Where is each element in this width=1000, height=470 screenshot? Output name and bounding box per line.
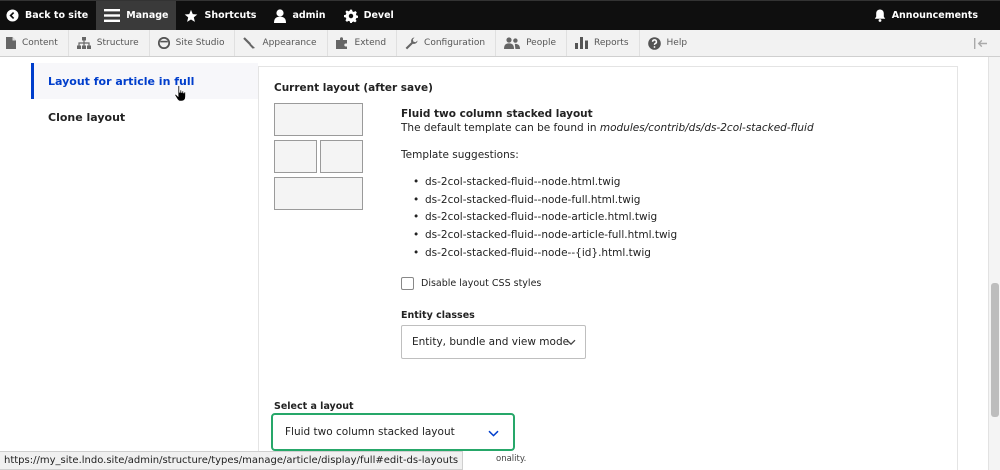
tray-item-extend[interactable]: Extend [328,30,398,56]
tray-orientation-toggle[interactable] [974,30,988,57]
user-label: admin [292,10,326,21]
devel-tab[interactable]: Devel [334,1,402,30]
admin-menu-tray: Content Structure Site Studio Appearance… [0,30,1000,57]
list-item: ds-2col-stacked-fluid--node-article-full… [413,227,677,245]
template-suggestions-list: ds-2col-stacked-fluid--node.html.twig ds… [413,174,677,262]
vtab-label: Clone layout [48,110,126,124]
select-layout-label: Select a layout [274,401,354,412]
tray-item-content[interactable]: Content [0,30,69,56]
layout-name: Fluid two column stacked layout [401,108,593,120]
select-layout-value: Fluid two column stacked layout [285,426,455,438]
list-item: ds-2col-stacked-fluid--node.html.twig [413,174,677,192]
devel-label: Devel [363,10,394,21]
paintbrush-icon [243,37,256,49]
select-layout-description: onality. [496,454,527,464]
tray-item-label: Configuration [424,38,486,48]
list-item: ds-2col-stacked-fluid--node-article.html… [413,209,677,227]
manage-label: Manage [126,10,169,21]
tray-item-site-studio[interactable]: Site Studio [150,30,236,56]
entity-classes-select[interactable]: Entity, bundle and view mode [401,325,586,359]
description-prefix: The default template can be found in [401,122,600,134]
bar-chart-icon [574,37,588,49]
tray-item-label: Help [666,38,688,48]
preview-left-region [274,140,317,173]
vertical-tabs: Layout for article in full Clone layout [31,63,258,135]
tray-item-label: People [526,38,556,48]
entity-classes-value: Entity, bundle and view mode [412,336,570,348]
gear-icon [343,9,358,23]
vtab-layout-for-article[interactable]: Layout for article in full [31,63,258,99]
current-layout-title: Current layout (after save) [274,82,433,94]
tray-item-label: Reports [593,38,629,48]
entity-classes-label: Entity classes [401,310,475,321]
shortcuts-label: Shortcuts [204,10,257,21]
panel-edge [957,66,958,470]
tray-item-people[interactable]: People [496,30,567,56]
list-item: ds-2col-stacked-fluid--node--{id}.html.t… [413,245,677,263]
suggestions-title: Template suggestions: [401,149,519,161]
hand-cursor-icon [174,85,188,106]
template-path: modules/contrib/ds/ds-2col-stacked-fluid [599,122,814,134]
user-icon [274,8,287,23]
disable-css-label: Disable layout CSS styles [421,278,542,289]
tray-item-label: Structure [96,38,139,48]
tray-item-label: Site Studio [175,38,225,48]
tray-item-structure[interactable]: Structure [69,30,150,56]
help-icon [647,36,661,50]
admin-toolbar: Back to site Manage Shortcuts admin Deve… [0,0,1000,30]
disable-css-row: Disable layout CSS styles [401,277,541,290]
chevron-down-icon [566,337,576,349]
chevron-down-icon [488,428,499,440]
tray-item-label: Extend [354,38,387,48]
preview-header-region [274,103,363,136]
document-icon [6,37,16,49]
tray-item-appearance[interactable]: Appearance [235,30,328,56]
preview-right-region [320,140,363,173]
people-icon [504,37,521,49]
wrench-icon [405,37,418,50]
list-item: ds-2col-stacked-fluid--node-full.html.tw… [413,192,677,210]
tray-item-help[interactable]: Help [640,30,698,56]
layout-description: The default template can be found in mod… [401,122,814,134]
disable-css-checkbox[interactable] [401,277,414,290]
page-scrollbar[interactable] [988,57,1000,470]
tray-item-label: Content [22,38,58,48]
shortcuts-tab[interactable]: Shortcuts [176,1,264,30]
site-studio-icon [157,37,170,49]
user-tab[interactable]: admin [264,1,333,30]
manage-tab[interactable]: Manage [96,1,177,30]
bell-icon [874,9,886,22]
select-layout-dropdown[interactable]: Fluid two column stacked layout [271,413,515,451]
tray-item-label: Appearance [262,38,317,48]
preview-footer-region [274,177,363,210]
back-arrow-icon [6,9,19,22]
sitemap-icon [76,37,91,49]
hamburger-menu-icon [104,9,121,22]
back-to-site-label: Back to site [25,10,89,21]
vtab-label: Layout for article in full [48,74,195,88]
announcements-tab[interactable]: Announcements [868,1,1000,30]
tray-item-configuration[interactable]: Configuration [397,30,497,56]
scrollbar-thumb[interactable] [991,283,999,417]
vtab-clone-layout[interactable]: Clone layout [31,99,258,135]
back-to-site-link[interactable]: Back to site [0,1,96,30]
tray-item-reports[interactable]: Reports [567,30,640,56]
puzzle-icon [335,37,349,49]
announcements-label: Announcements [891,10,978,21]
status-bar-url: https://my_site.lndo.site/admin/structur… [0,451,464,470]
star-icon [184,9,198,23]
collapse-sidebar-icon [974,38,987,49]
